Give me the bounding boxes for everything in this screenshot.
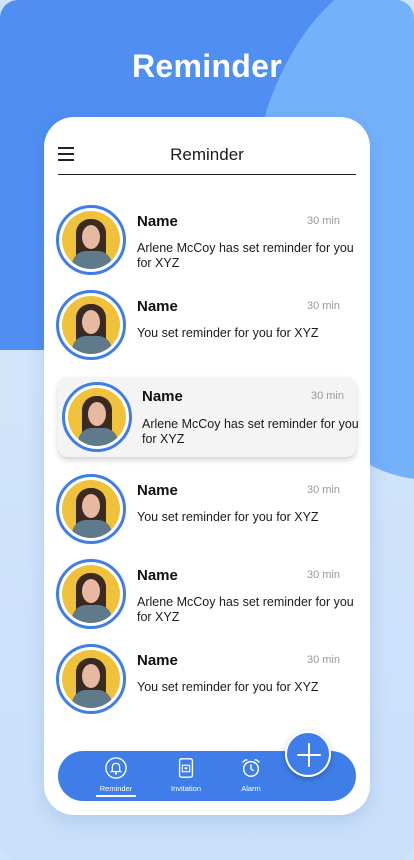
- list-item-selected[interactable]: Name 30 min Arlene McCoy has set reminde…: [58, 377, 359, 457]
- add-reminder-button[interactable]: [285, 731, 331, 777]
- item-name: Name: [137, 213, 178, 230]
- item-name: Name: [137, 482, 178, 499]
- list-item[interactable]: Name 30 min You set reminder for you for…: [44, 472, 370, 544]
- item-time: 30 min: [306, 654, 340, 666]
- item-message: Arlene McCoy has set reminder for you fo…: [142, 417, 359, 446]
- phone-frame: Reminder Name 30 min Arlene McCoy has se…: [44, 117, 370, 815]
- avatar: [56, 205, 126, 275]
- item-time: 30 min: [306, 300, 340, 312]
- avatar: [56, 644, 126, 714]
- invitation-icon: [178, 758, 194, 778]
- item-message: Arlene McCoy has set reminder for you fo…: [137, 595, 354, 624]
- nav-item-invitation[interactable]: Invitation: [156, 757, 216, 793]
- item-name: Name: [137, 298, 178, 315]
- item-time: 30 min: [310, 390, 344, 402]
- item-name: Name: [142, 388, 183, 405]
- list-item[interactable]: Name 30 min Arlene McCoy has set reminde…: [44, 557, 370, 629]
- item-message: Arlene McCoy has set reminder for you fo…: [137, 241, 354, 270]
- screen-title: Reminder: [132, 48, 282, 84]
- nav-item-alarm[interactable]: Alarm: [221, 757, 281, 793]
- avatar: [56, 474, 126, 544]
- nav-label: Alarm: [241, 784, 261, 793]
- item-name: Name: [137, 652, 178, 669]
- item-message: You set reminder for you for XYZ: [137, 680, 319, 694]
- alarm-clock-icon: [242, 759, 260, 777]
- list-item[interactable]: Name 30 min You set reminder for you for…: [44, 288, 370, 360]
- avatar: [56, 559, 126, 629]
- item-message: You set reminder for you for XYZ: [137, 510, 319, 524]
- nav-label: Reminder: [99, 784, 133, 793]
- item-time: 30 min: [306, 215, 340, 227]
- nav-item-reminder[interactable]: Reminder: [86, 757, 146, 797]
- avatar: [62, 382, 132, 452]
- nav-label: Invitation: [170, 784, 202, 793]
- bell-icon: [105, 757, 127, 779]
- avatar: [56, 290, 126, 360]
- top-bar: Reminder: [58, 139, 356, 175]
- page-title: Reminder: [170, 145, 244, 164]
- list-item[interactable]: Name 30 min You set reminder for you for…: [44, 642, 370, 714]
- item-time: 30 min: [306, 484, 340, 496]
- list-item[interactable]: Name 30 min Arlene McCoy has set reminde…: [44, 203, 370, 275]
- item-name: Name: [137, 567, 178, 584]
- item-time: 30 min: [306, 569, 340, 581]
- item-message: You set reminder for you for XYZ: [137, 326, 319, 340]
